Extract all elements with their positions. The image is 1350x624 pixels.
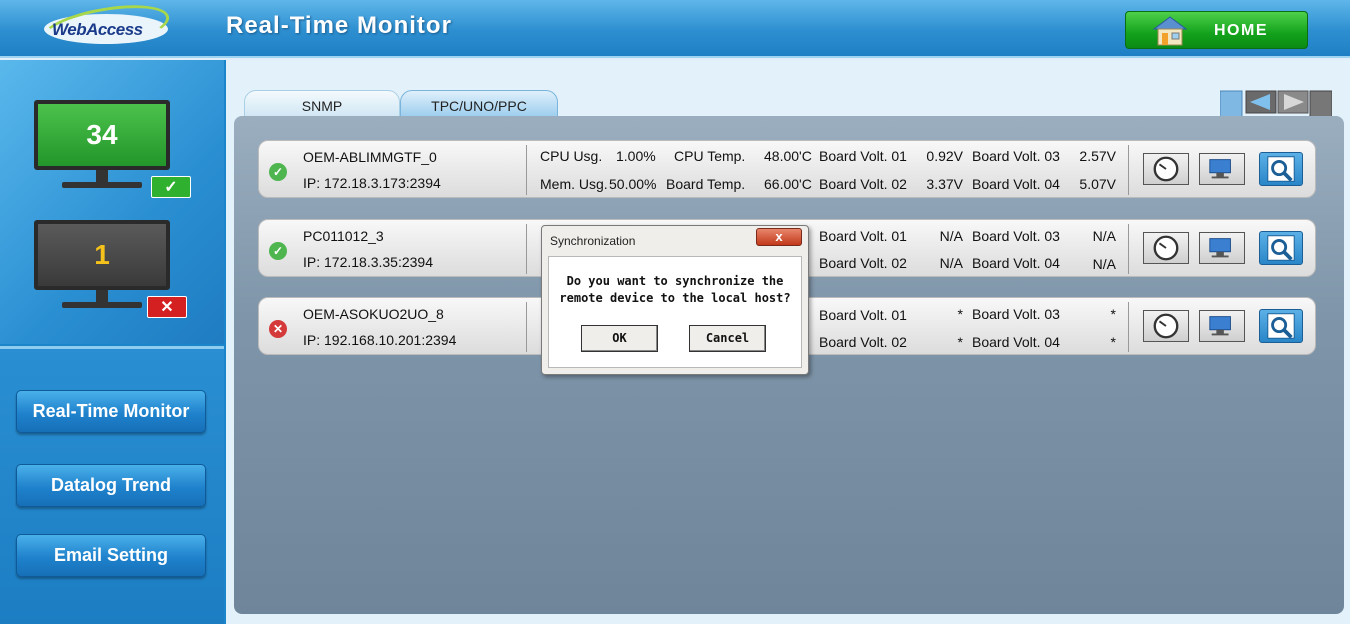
board-temp-value: 66.00'C	[764, 176, 812, 192]
board-temp-label: Board Temp.	[666, 176, 746, 192]
sidebar-item-email-setting[interactable]: Email Setting	[16, 534, 206, 577]
online-status-icon: ✓	[269, 242, 287, 260]
prev-page-icon[interactable]	[1245, 90, 1277, 114]
bv04-label: Board Volt. 04	[972, 334, 1060, 350]
webaccess-logo: WebAccess	[37, 0, 180, 59]
mem-usg-value: 50.00%	[609, 176, 657, 192]
ok-button[interactable]: OK	[581, 325, 658, 352]
mem-usg-label: Mem. Usg.	[540, 176, 608, 192]
bv04-label: Board Volt. 04	[972, 255, 1060, 271]
remote-desktop-icon[interactable]	[1199, 310, 1245, 342]
bv03-value: 2.57V	[1079, 148, 1116, 164]
cancel-button[interactable]: Cancel	[689, 325, 766, 352]
header-bar: WebAccess Real-Time Monitor HOME	[0, 0, 1350, 59]
bv02-value: *	[957, 334, 963, 350]
remote-desktop-icon[interactable]	[1199, 232, 1245, 264]
error-status-icon: ✕	[269, 320, 287, 338]
device-name: PC011012_3	[303, 228, 384, 244]
online-count: 34	[34, 100, 170, 170]
check-icon: ✓	[151, 176, 191, 198]
synchronization-dialog: Synchronization x Do you want to synchro…	[541, 225, 809, 375]
gauge-icon[interactable]	[1143, 153, 1189, 185]
bv04-value: *	[1110, 334, 1116, 350]
bv04-value: 5.07V	[1079, 176, 1116, 192]
cpu-temp-value: 48.00'C	[764, 148, 812, 164]
bv01-value: *	[957, 306, 963, 322]
dialog-message-line2: remote device to the local host?	[559, 291, 791, 305]
bv01-label: Board Volt. 01	[819, 228, 907, 244]
offline-count: 1	[34, 220, 170, 290]
bv04-value: N/A	[1092, 256, 1116, 272]
search-icon[interactable]	[1259, 152, 1303, 186]
dialog-body: Do you want to synchronize the remote de…	[548, 256, 802, 368]
cpu-usg-label: CPU Usg.	[540, 148, 603, 164]
home-button[interactable]: HOME	[1125, 11, 1308, 49]
bv03-label: Board Volt. 03	[972, 306, 1060, 322]
bv02-value: 3.37V	[926, 176, 963, 192]
bv03-value: N/A	[1092, 228, 1116, 244]
next-page-icon[interactable]	[1277, 90, 1309, 114]
bv02-value: N/A	[939, 255, 963, 271]
bv03-label: Board Volt. 03	[972, 228, 1060, 244]
bv03-label: Board Volt. 03	[972, 148, 1060, 164]
gauge-icon[interactable]	[1143, 232, 1189, 264]
page-title: Real-Time Monitor	[226, 12, 452, 39]
bv01-label: Board Volt. 01	[819, 148, 907, 164]
dialog-message: Do you want to synchronize the remote de…	[559, 273, 791, 307]
device-ip: IP: 192.168.10.201:2394	[303, 332, 457, 348]
device-summary: 34 ✓ 1 ✕	[0, 60, 224, 344]
home-label: HOME	[1214, 22, 1268, 39]
bv04-label: Board Volt. 04	[972, 176, 1060, 192]
online-status-icon: ✓	[269, 163, 287, 181]
bv02-label: Board Volt. 02	[819, 176, 907, 192]
sidebar-item-real-time-monitor[interactable]: Real-Time Monitor	[16, 390, 206, 433]
bv01-value: N/A	[939, 228, 963, 244]
bv03-value: *	[1110, 306, 1116, 322]
bv02-label: Board Volt. 02	[819, 255, 907, 271]
left-panel: 34 ✓ 1 ✕ Real-Time Monitor Datalog Trend…	[0, 60, 226, 624]
device-row: ✓ OEM-ABLIMMGTF_0 IP: 172.18.3.173:2394 …	[258, 140, 1316, 198]
sidebar-item-datalog-trend[interactable]: Datalog Trend	[16, 464, 206, 507]
cpu-temp-label: CPU Temp.	[674, 148, 746, 164]
remote-desktop-icon[interactable]	[1199, 153, 1245, 185]
dialog-title: Synchronization	[550, 234, 636, 248]
device-ip: IP: 172.18.3.173:2394	[303, 175, 441, 191]
cross-icon: ✕	[147, 296, 187, 318]
close-icon[interactable]: x	[756, 228, 802, 246]
page-navigation	[1220, 90, 1332, 118]
bv01-value: 0.92V	[926, 148, 963, 164]
gauge-icon[interactable]	[1143, 310, 1189, 342]
dialog-message-line1: Do you want to synchronize the	[566, 274, 784, 288]
device-name: OEM-ASOKUO2UO_8	[303, 306, 444, 322]
search-icon[interactable]	[1259, 309, 1303, 343]
device-ip: IP: 172.18.3.35:2394	[303, 254, 433, 270]
house-icon	[1152, 16, 1188, 46]
tab-snmp[interactable]: SNMP	[244, 90, 400, 118]
cpu-usg-value: 1.00%	[616, 148, 656, 164]
bv02-label: Board Volt. 02	[819, 334, 907, 350]
tab-tpc-uno-ppc[interactable]: TPC/UNO/PPC	[400, 90, 558, 118]
search-icon[interactable]	[1259, 231, 1303, 265]
sidebar-nav: Real-Time Monitor Datalog Trend Email Se…	[0, 346, 224, 624]
device-name: OEM-ABLIMMGTF_0	[303, 149, 437, 165]
bv01-label: Board Volt. 01	[819, 307, 907, 323]
logo-text: WebAccess	[52, 20, 143, 39]
